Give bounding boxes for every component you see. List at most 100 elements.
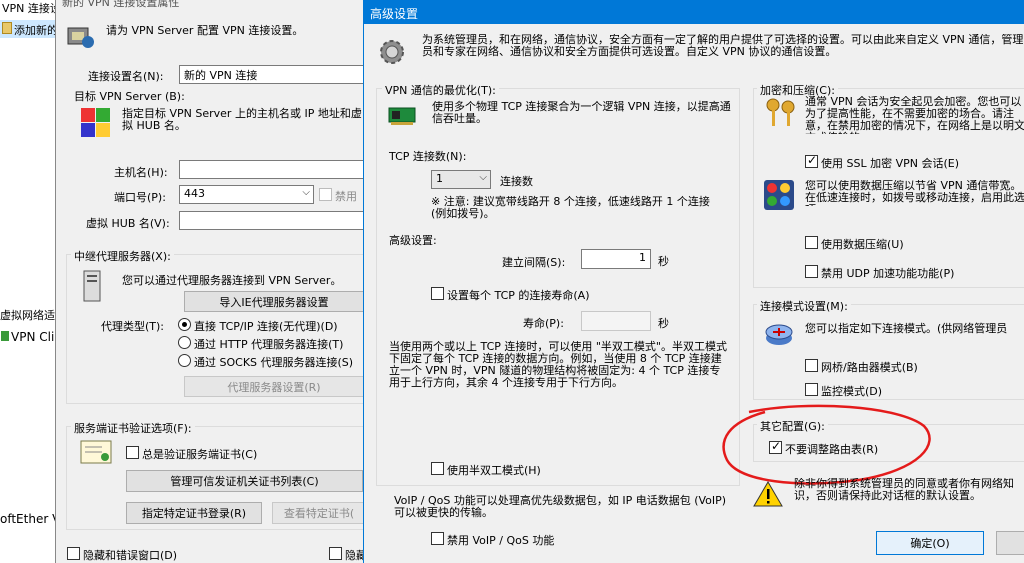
qos-label: 禁用 VoIP / QoS 功能 [447,534,555,547]
specify-cert-button[interactable]: 指定特定证书登录(R) [126,502,262,524]
tree-header-label: 虚拟网络适 [0,309,55,322]
port-select[interactable]: 443 ⌵ [179,185,314,204]
proxy-http-radio[interactable] [178,336,191,349]
port-label: 端口号(P): [114,191,166,204]
udp-acceleration-label: 禁用 UDP 加速功能功能(P) [821,267,955,280]
half-duplex-description: 当使用两个或以上 TCP 连接时，可以使用 "半双工模式"。半双工模式下固定了每… [389,340,727,389]
port-value: 443 [184,187,205,200]
lifetime-check-label: 设置每个 TCP 的连接寿命(A) [447,289,590,302]
ssl-encryption-label: 使用 SSL 加密 VPN 会话(E) [821,157,959,170]
cert-group-title: 服务端证书验证选项(F): [71,420,195,436]
background-tree-item[interactable]: VPN Cli [0,328,56,346]
port-disable-checkbox[interactable] [319,188,332,201]
ssl-encryption-checkbox[interactable] [805,153,818,168]
connection-settings-dialog: 新的 VPN 连接设置属性 请为 VPN Server 配置 VPN 连接设置。… [55,0,371,563]
bridge-mode-checkbox[interactable] [805,359,818,372]
udp-acceleration-checkbox[interactable] [805,265,818,278]
optimization-description: 使用多个物理 TCP 连接聚合为一个逻辑 VPN 连接，以提高通信吞吐量。 [432,100,731,125]
network-adapter-icon [1,331,9,341]
proxy-direct-label: 直接 TCP/IP 连接(无代理)(D) [194,320,338,333]
cancel-button[interactable] [996,531,1024,555]
compression-icon [764,180,794,210]
bridge-mode-label: 网桥/路由器模式(B) [821,361,918,374]
advanced-title: 高级设置 [370,7,419,21]
proxy-settings-button[interactable]: 代理服务器设置(R) [184,376,364,397]
host-input[interactable] [179,160,369,179]
host-label: 主机名(H): [114,166,168,179]
qos-checkbox[interactable] [431,532,444,545]
interval-label: 建立间隔(S): [502,256,566,269]
chevron-down-icon: ⌵ [479,172,487,183]
compression-label: 使用数据压缩(U) [821,238,904,251]
tcp-count-note: ※ 注意: 建议宽带线路开 8 个连接，低速线路开 1 个连接 (例如拨号)。 [431,195,710,220]
proxy-socks-label: 通过 SOCKS 代理服务器连接(S) [194,356,354,369]
target-description: 指定目标 VPN Server 上的主机名或 IP 地址和虚拟 HUB 名。 [122,107,362,132]
qos-description: VoIP / QoS 功能可以处理高优先级数据包，如 IP 电话数据包 (VoI… [394,494,727,519]
tree-item-label: VPN Cli [11,330,55,344]
proxy-server-icon [80,270,104,302]
encryption-description: 通常 VPN 会话为安全起见会加密。您也可以为了提高性能，在不需要加密的场合。请… [805,96,1024,134]
manage-ca-button[interactable]: 管理可信发证机关证书列表(C) [126,470,363,492]
import-ie-proxy-button[interactable]: 导入IE代理服务器设置 [184,291,364,312]
setting-name-input[interactable]: 新的 VPN 连接 [179,65,369,84]
lifetime-input[interactable] [581,311,651,331]
hide-other-checkbox[interactable] [329,547,342,560]
lifetime-checkbox[interactable] [431,287,444,300]
advanced-subsection-label: 高级设置: [389,234,437,247]
hub-label: 虚拟 HUB 名(V): [86,217,170,230]
router-icon [764,318,794,348]
proxy-group-title: 中继代理服务器(X): [71,248,174,264]
hide-error-window-checkbox[interactable] [67,547,80,560]
half-duplex-checkbox[interactable] [431,462,444,475]
vpn-connection-icon [66,22,96,50]
network-card-icon [388,104,418,128]
advanced-header-text: 为系统管理员，和在网络，通信协议，安全方面有一定了解的用户提供了可选择的设置。可… [422,34,1024,58]
target-server-group-label: 目标 VPN Server (B): [74,90,185,103]
lifetime-unit: 秒 [658,317,669,330]
tcp-count-label: TCP 连接数(N): [389,150,467,163]
compression-checkbox[interactable] [805,236,818,249]
hide-error-window-label: 隐藏和错误窗口(D) [83,549,178,562]
connection-mode-description: 您可以指定如下连接模式。(供网络管理员 [805,322,1008,335]
compression-description: 您可以使用数据压缩以节省 VPN 通信带宽。在低速连接时，如拨号或移动连接，启用… [805,180,1024,206]
proxy-description: 您可以通过代理服务器连接到 VPN Server。 [122,274,342,287]
server-target-icon [81,108,111,138]
monitor-mode-checkbox[interactable] [805,383,818,396]
proxy-direct-radio[interactable] [178,318,191,331]
always-verify-checkbox[interactable] [126,446,139,459]
certificate-icon [80,440,112,464]
tcp-count-unit: 连接数 [500,175,533,188]
connection-dialog-title: 新的 VPN 连接设置属性 [62,0,180,9]
warning-icon [752,480,784,508]
half-duplex-label: 使用半双工模式(H) [447,464,541,477]
background-window: VPN 连接设... 添加新的 虚拟网络适 VPN Cli oftEther V [0,0,71,563]
background-tree-header: 虚拟网络适 [0,306,56,322]
interval-unit: 秒 [658,255,669,268]
proxy-socks-radio[interactable] [178,354,191,367]
keys-icon [764,96,798,130]
background-footer: oftEther V [0,512,61,526]
warning-text: 除非你得到系统管理员的同意或者你有网络知识，否则请保持此对话框的默认设置。 [794,478,1014,502]
proxy-http-label: 通过 HTTP 代理服务器连接(T) [194,338,344,351]
background-menu-item[interactable]: 添加新的 [0,20,58,38]
gear-icon [376,36,408,68]
advanced-titlebar: 高级设置 [364,0,1024,24]
port-disable-label: 禁用 [335,190,357,203]
optimization-group-title: VPN 通信的最优化(T): [382,82,499,98]
tcp-count-select[interactable]: 1 ⌵ [431,170,491,189]
background-menu-label: 添加新的 [14,24,58,37]
chevron-down-icon: ⌵ [302,187,310,198]
background-window-titlebar: VPN 连接设... [0,0,71,16]
view-cert-button[interactable]: 查看特定证书( [272,502,366,524]
always-verify-label: 总是验证服务端证书(C) [142,448,258,461]
setting-name-label: 连接设置名(N): [88,70,164,83]
interval-input[interactable]: 1 [581,249,651,269]
monitor-mode-label: 监控模式(D) [821,385,883,398]
proxy-type-label: 代理类型(T): [101,320,165,333]
ok-button[interactable]: 确定(O) [876,531,984,555]
lifetime-label: 寿命(P): [523,317,564,330]
red-annotation-circle [722,404,931,485]
advanced-settings-dialog: 高级设置 为系统管理员，和在网络，通信协议，安全方面有一定了解的用户提供了可选择… [363,0,1024,563]
hub-input[interactable] [179,211,369,230]
add-icon [2,22,12,34]
